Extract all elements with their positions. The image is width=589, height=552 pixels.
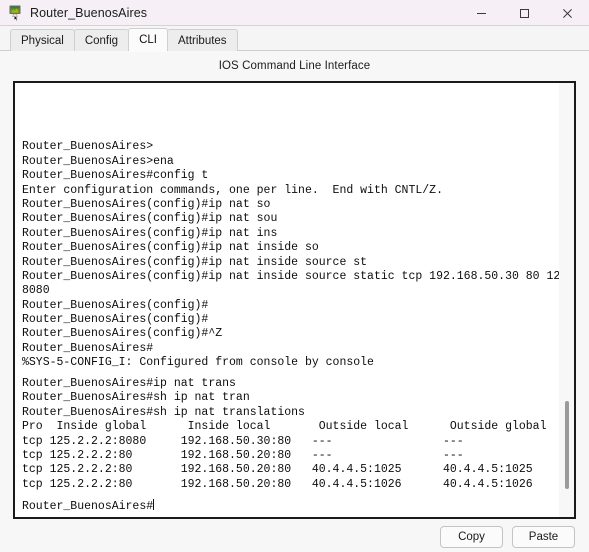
terminal-line: Router_BuenosAires(config)#^Z: [22, 327, 223, 341]
cli-footer: Copy Paste: [13, 519, 576, 552]
window-titlebar: Router_BuenosAires: [0, 0, 589, 26]
terminal-line: tcp 125.2.2.2:80 192.168.50.20:80 40.4.4…: [22, 477, 533, 491]
router-cli-window: Router_BuenosAires Physical Config CLI A…: [0, 0, 589, 552]
tab-attributes-label: Attributes: [177, 34, 227, 47]
terminal-prompt-line[interactable]: Router_BuenosAires#: [22, 498, 555, 513]
tab-cli[interactable]: CLI: [128, 28, 168, 52]
terminal-line: Router_BuenosAires(config)#: [22, 313, 209, 327]
tab-bar: Physical Config CLI Attributes: [0, 26, 589, 52]
copy-button[interactable]: Copy: [440, 525, 503, 548]
terminal-line: %SYS-5-CONFIG_I: Configured from console…: [22, 356, 374, 370]
terminal-prompt-text: Router_BuenosAires#: [22, 499, 154, 513]
maximize-button[interactable]: [503, 0, 546, 26]
terminal-scrollbar[interactable]: [559, 83, 574, 517]
terminal-caret: [153, 498, 155, 510]
terminal-line: Router_BuenosAires(config)#: [22, 298, 209, 312]
cli-panel: IOS Command Line Interface Router_Buenos…: [0, 51, 589, 552]
terminal-line: Router_BuenosAires#: [22, 341, 154, 355]
paste-button[interactable]: Paste: [512, 525, 575, 548]
terminal-line: Router_BuenosAires(config)#ip nat sou: [22, 212, 278, 226]
terminal-line: Router_BuenosAires(config)#ip nat inside…: [22, 255, 368, 269]
terminal-line: tcp 125.2.2.2:80 192.168.50.20:80 40.4.4…: [22, 463, 533, 477]
terminal-line: Router_BuenosAires(config)#ip nat ins: [22, 226, 278, 240]
tab-config-label: Config: [84, 34, 119, 47]
terminal-scrollbar-thumb[interactable]: [565, 401, 569, 489]
tab-physical-label: Physical: [21, 34, 64, 47]
tab-config[interactable]: Config: [73, 29, 130, 51]
terminal-line: Router_BuenosAires(config)#ip nat inside…: [22, 269, 559, 283]
terminal-output[interactable]: Router_BuenosAires> Router_BuenosAires>en…: [15, 83, 559, 517]
cli-heading: IOS Command Line Interface: [218, 60, 371, 72]
terminal-container: Router_BuenosAires> Router_BuenosAires>en…: [13, 81, 576, 519]
maximize-icon: [520, 8, 529, 18]
terminal-line: Router_BuenosAires#sh ip nat translation…: [22, 405, 305, 419]
close-icon: [563, 8, 572, 18]
terminal-line: Router_BuenosAires#ip nat trans: [22, 377, 236, 391]
terminal-line: Pro Inside global Inside local Outside l…: [22, 420, 547, 434]
minimize-button[interactable]: [460, 0, 503, 26]
terminal-line: 8080: [22, 284, 50, 298]
terminal-line: Enter configuration commands, one per li…: [22, 183, 443, 197]
terminal-line: tcp 125.2.2.2:80 192.168.50.20:80 --- --…: [22, 449, 464, 463]
terminal-line: Router_BuenosAires(config)#ip nat so: [22, 197, 271, 211]
terminal-line: Router_BuenosAires>: [22, 140, 154, 154]
tab-attributes[interactable]: Attributes: [166, 29, 238, 51]
terminal-line: Router_BuenosAires(config)#ip nat inside…: [22, 241, 319, 255]
close-button[interactable]: [546, 0, 589, 26]
terminal-line: Router_BuenosAires>ena: [22, 154, 174, 168]
terminal-line: Router_BuenosAires#config t: [22, 169, 209, 183]
router-device-icon: [6, 5, 23, 21]
minimize-icon: [477, 12, 486, 14]
tab-physical[interactable]: Physical: [10, 29, 75, 51]
window-controls: [460, 0, 589, 26]
terminal-line: Router_BuenosAires#sh ip nat tran: [22, 391, 250, 405]
tab-cli-label: CLI: [139, 34, 157, 46]
window-title: Router_BuenosAires: [30, 5, 148, 20]
terminal-line: tcp 125.2.2.2:8080 192.168.50.30:80 --- …: [22, 434, 464, 448]
